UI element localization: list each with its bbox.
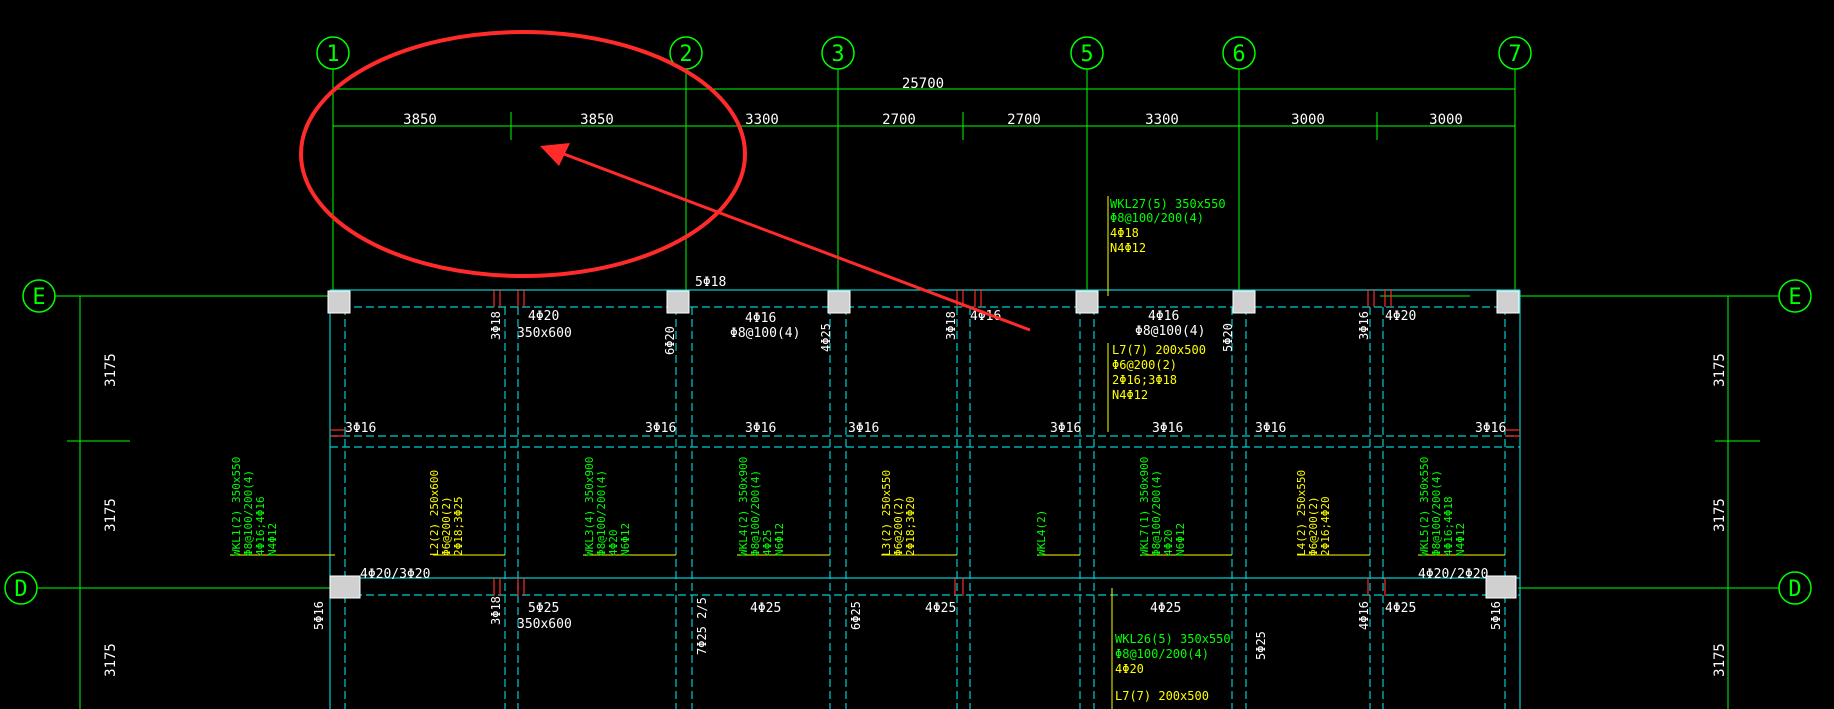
svg-text:7: 7	[1508, 42, 1521, 67]
mid-2: 3Φ16	[645, 421, 676, 436]
svg-text:1: 1	[326, 42, 339, 67]
row2-5: 4Φ25	[925, 601, 956, 616]
structural-drawing: 1 2 3 5 6 7 E E D D 25700 3850 3850 3300…	[0, 0, 1834, 709]
svg-text:WKL26(5) 350x550: WKL26(5) 350x550	[1115, 632, 1231, 646]
row2-1: 4Φ20/3Φ20	[360, 567, 430, 582]
svg-text:L7(7) 200x500: L7(7) 200x500	[1115, 689, 1209, 703]
row2-8: 4Φ20/2Φ20	[1418, 567, 1488, 582]
svg-text:N6Φ12: N6Φ12	[1174, 523, 1187, 556]
side-5phi16-right: 5Φ16	[1489, 601, 1503, 630]
svg-text:Φ8@100/200(4): Φ8@100/200(4)	[1110, 211, 1204, 225]
note-phi8-b: Φ8@100(4)	[1135, 324, 1205, 339]
vertical-dim-1-left: 3175	[103, 353, 119, 387]
side-3phi16: 3Φ16	[1357, 311, 1371, 340]
note-4phi16-a: 4Φ16	[745, 311, 776, 326]
svg-text:N6Φ12: N6Φ12	[773, 523, 786, 556]
span-2: 3850	[580, 112, 614, 128]
side-5phi25: 5Φ25	[1254, 631, 1268, 660]
vertical-dim-1-right: 3175	[1712, 353, 1728, 387]
vertical-dim-3-right: 3175	[1712, 643, 1728, 677]
svg-text:5: 5	[1080, 42, 1093, 67]
svg-text:E: E	[1788, 285, 1801, 310]
svg-text:2Φ18;3Φ20: 2Φ18;3Φ20	[904, 496, 917, 556]
row2-3: 350x600	[517, 617, 572, 632]
svg-text:N4Φ12: N4Φ12	[266, 523, 279, 556]
svg-text:Φ8@100/200(4): Φ8@100/200(4)	[1115, 647, 1209, 661]
span-4: 2700	[882, 112, 916, 128]
side-6phi20: 6Φ20	[663, 326, 677, 355]
span-5: 2700	[1007, 112, 1041, 128]
drawing-background	[0, 0, 1834, 709]
note-350x600-top: 350x600	[517, 326, 572, 341]
svg-text:N4Φ12: N4Φ12	[1454, 523, 1467, 556]
note-4phi16-c: 4Φ16	[1148, 309, 1179, 324]
span-1: 3850	[403, 112, 437, 128]
svg-text:L7(7) 200x500: L7(7) 200x500	[1112, 343, 1206, 357]
span-3: 3300	[745, 112, 779, 128]
svg-text:2: 2	[679, 42, 692, 67]
svg-text:D: D	[1788, 577, 1801, 602]
svg-text:4Φ18: 4Φ18	[1110, 226, 1139, 240]
svg-text:WKL4(2): WKL4(2)	[1035, 510, 1048, 556]
row2-6: 4Φ25	[1150, 601, 1181, 616]
svg-text:6: 6	[1232, 42, 1245, 67]
svg-text:N4Φ12: N4Φ12	[1112, 388, 1148, 402]
mid-3: 3Φ16	[745, 421, 776, 436]
row2-7: 4Φ25	[1385, 601, 1416, 616]
svg-text:N4Φ12: N4Φ12	[1110, 241, 1146, 255]
mid-1: 3Φ16	[345, 421, 376, 436]
side-4phi16: 4Φ16	[1357, 601, 1371, 630]
span-8: 3000	[1429, 112, 1463, 128]
vertical-dim-3-left: 3175	[103, 643, 119, 677]
row2-2: 5Φ25	[528, 601, 559, 616]
vertical-dim-2-left: 3175	[103, 498, 119, 532]
side-3phi18-a: 3Φ18	[489, 311, 503, 340]
svg-text:2Φ16;3Φ18: 2Φ16;3Φ18	[1112, 373, 1177, 387]
row2-4: 4Φ25	[750, 601, 781, 616]
span-7: 3000	[1291, 112, 1325, 128]
mid-8: 3Φ16	[1475, 421, 1506, 436]
overall-dimension: 25700	[902, 76, 944, 92]
svg-text:N6Φ12: N6Φ12	[619, 523, 632, 556]
side-3phi18-b: 3Φ18	[944, 311, 958, 340]
svg-text:WKL27(5) 350x550: WKL27(5) 350x550	[1110, 197, 1226, 211]
svg-text:E: E	[32, 285, 45, 310]
note-4phi20-right: 4Φ20	[1385, 309, 1416, 324]
svg-text:Φ6@200(2): Φ6@200(2)	[1112, 358, 1177, 372]
span-6: 3300	[1145, 112, 1179, 128]
mid-5: 3Φ16	[1050, 421, 1081, 436]
side-5phi20: 5Φ20	[1221, 323, 1235, 352]
side-7phi25: 7Φ25 2/5	[695, 597, 709, 655]
svg-text:D: D	[14, 577, 27, 602]
note-phi8-a: Φ8@100(4)	[730, 326, 800, 341]
mid-6: 3Φ16	[1152, 421, 1183, 436]
svg-text:4Φ20: 4Φ20	[1115, 662, 1144, 676]
svg-text:2Φ16;4Φ20: 2Φ16;4Φ20	[1319, 496, 1332, 556]
side-6phi25: 6Φ25	[849, 601, 863, 630]
note-5phi18: 5Φ18	[695, 275, 726, 290]
side-5phi16-left: 5Φ16	[312, 601, 326, 630]
vertical-dim-2-right: 3175	[1712, 498, 1728, 532]
vn-wkl4b: WKL4(2)	[1035, 510, 1048, 556]
svg-text:2Φ18;3Φ25: 2Φ18;3Φ25	[452, 496, 465, 556]
svg-text:3: 3	[831, 42, 844, 67]
side-3phi18-bottom: 3Φ18	[489, 596, 503, 625]
side-4phi25: 4Φ25	[819, 323, 833, 352]
mid-7: 3Φ16	[1255, 421, 1286, 436]
note-4phi20-left: 4Φ20	[528, 309, 559, 324]
mid-4: 3Φ16	[848, 421, 879, 436]
